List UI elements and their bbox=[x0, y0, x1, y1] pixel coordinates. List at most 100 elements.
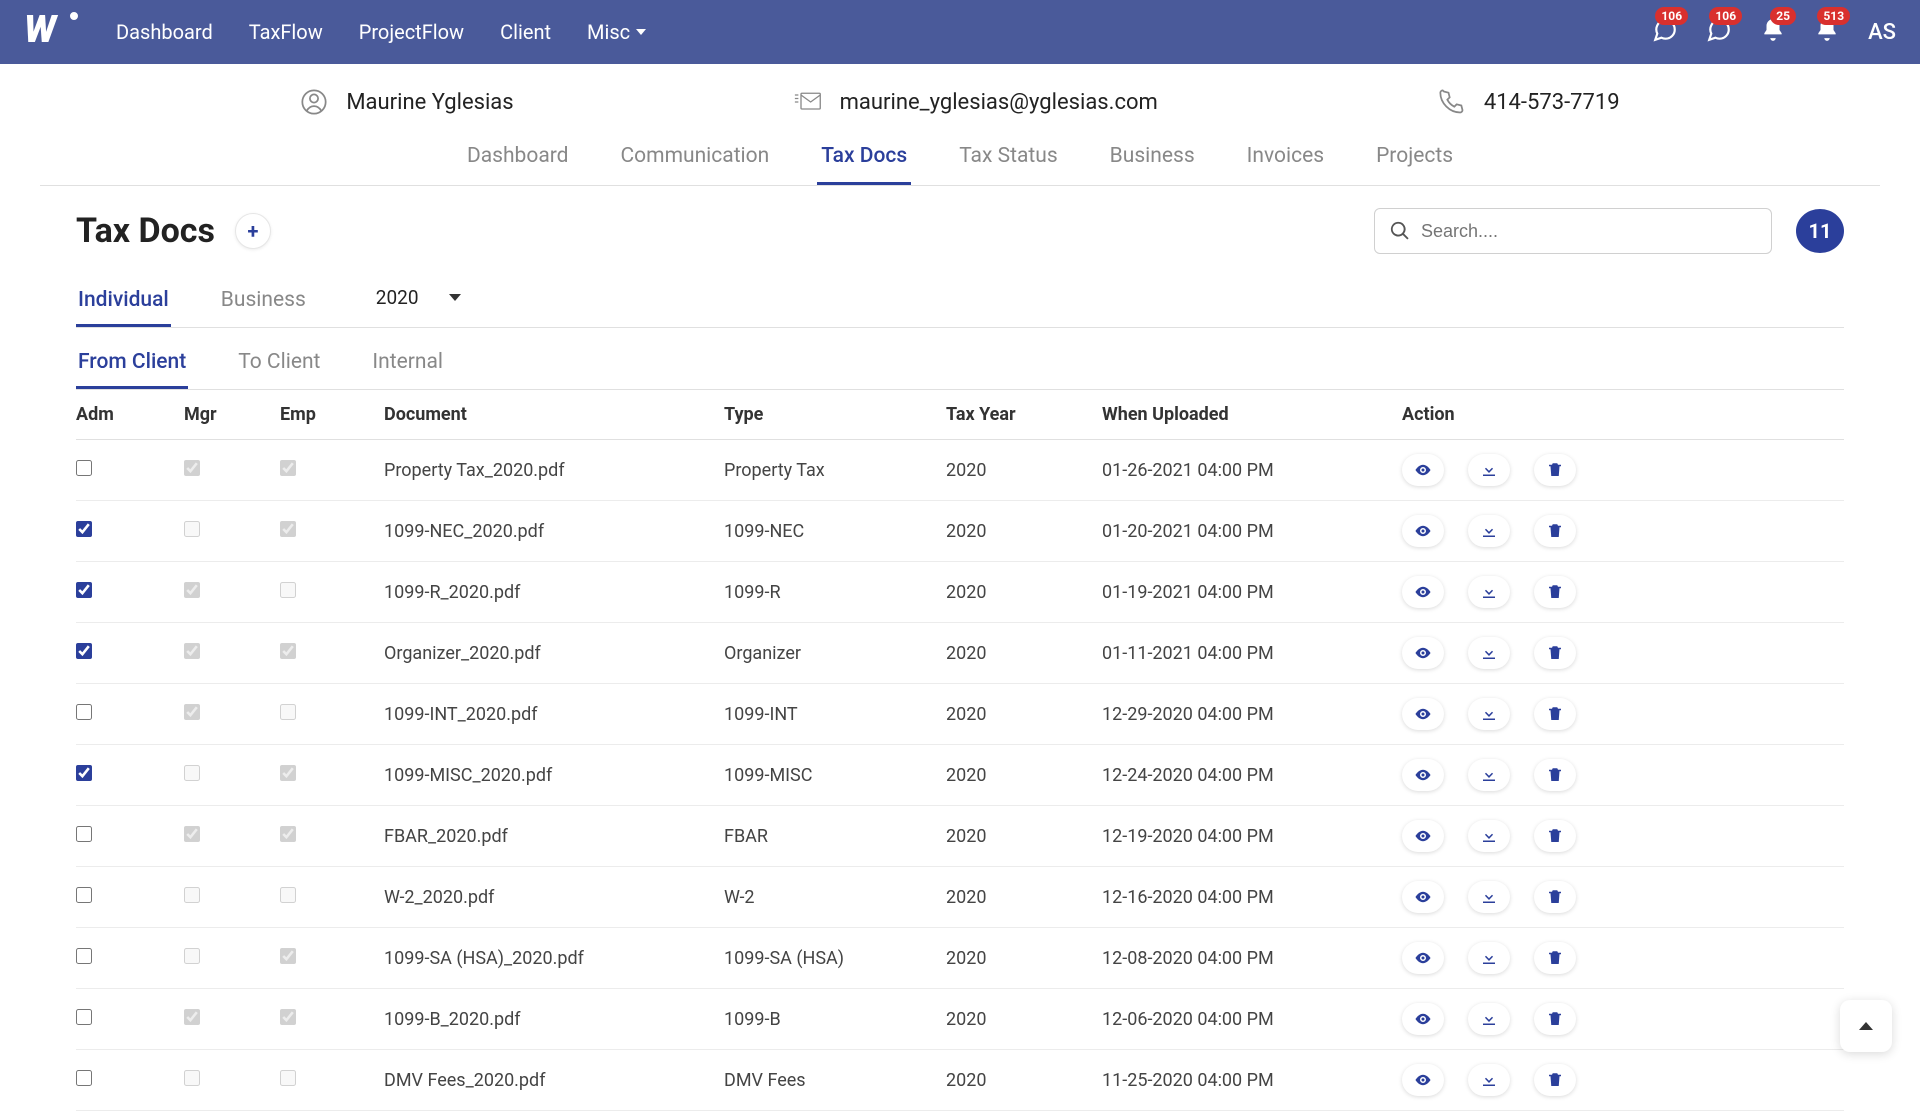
subtab-tax-docs[interactable]: Tax Docs bbox=[817, 132, 911, 185]
cell-year: 2020 bbox=[946, 507, 1102, 556]
cell-year: 2020 bbox=[946, 1056, 1102, 1105]
delete-button[interactable] bbox=[1534, 759, 1576, 791]
bell-icon-1[interactable]: 25 bbox=[1760, 17, 1786, 47]
nav-projectflow[interactable]: ProjectFlow bbox=[359, 20, 464, 44]
chat-icon-1[interactable]: 106 bbox=[1652, 17, 1678, 47]
mgr-checkbox[interactable] bbox=[184, 582, 200, 598]
cell-type: FBAR bbox=[724, 812, 946, 861]
adm-checkbox[interactable] bbox=[76, 948, 92, 964]
search-input[interactable] bbox=[1421, 221, 1757, 242]
delete-button[interactable] bbox=[1534, 820, 1576, 852]
mgr-checkbox[interactable] bbox=[184, 1070, 200, 1086]
scope-tab-business[interactable]: Business bbox=[219, 278, 308, 327]
view-button[interactable] bbox=[1402, 637, 1444, 669]
mgr-checkbox[interactable] bbox=[184, 1009, 200, 1025]
emp-checkbox[interactable] bbox=[280, 887, 296, 903]
download-button[interactable] bbox=[1468, 698, 1510, 730]
view-button[interactable] bbox=[1402, 454, 1444, 486]
adm-checkbox[interactable] bbox=[76, 1070, 92, 1086]
download-button[interactable] bbox=[1468, 1003, 1510, 1035]
download-button[interactable] bbox=[1468, 637, 1510, 669]
page-title: Tax Docs bbox=[76, 211, 215, 251]
scroll-to-top-button[interactable] bbox=[1840, 1000, 1892, 1052]
view-button[interactable] bbox=[1402, 698, 1444, 730]
delete-button[interactable] bbox=[1534, 1064, 1576, 1096]
subtab-business[interactable]: Business bbox=[1106, 132, 1199, 185]
view-button[interactable] bbox=[1402, 881, 1444, 913]
subtab-projects[interactable]: Projects bbox=[1372, 132, 1457, 185]
emp-checkbox[interactable] bbox=[280, 948, 296, 964]
app-logo[interactable]: W bbox=[24, 8, 76, 56]
view-button[interactable] bbox=[1402, 576, 1444, 608]
mgr-checkbox[interactable] bbox=[184, 765, 200, 781]
view-button[interactable] bbox=[1402, 820, 1444, 852]
adm-checkbox[interactable] bbox=[76, 521, 92, 537]
adm-checkbox[interactable] bbox=[76, 826, 92, 842]
download-button[interactable] bbox=[1468, 1064, 1510, 1096]
mgr-checkbox[interactable] bbox=[184, 826, 200, 842]
adm-checkbox[interactable] bbox=[76, 582, 92, 598]
mgr-checkbox[interactable] bbox=[184, 887, 200, 903]
chat-icon-2[interactable]: 106 bbox=[1706, 17, 1732, 47]
download-button[interactable] bbox=[1468, 759, 1510, 791]
bell-icon-2[interactable]: 513 bbox=[1814, 17, 1840, 47]
subtab-invoices[interactable]: Invoices bbox=[1243, 132, 1328, 185]
adm-checkbox[interactable] bbox=[76, 643, 92, 659]
download-button[interactable] bbox=[1468, 881, 1510, 913]
delete-button[interactable] bbox=[1534, 698, 1576, 730]
delete-button[interactable] bbox=[1534, 942, 1576, 974]
mgr-checkbox[interactable] bbox=[184, 704, 200, 720]
delete-button[interactable] bbox=[1534, 515, 1576, 547]
emp-checkbox[interactable] bbox=[280, 1009, 296, 1025]
view-button[interactable] bbox=[1402, 1064, 1444, 1096]
emp-checkbox[interactable] bbox=[280, 826, 296, 842]
emp-checkbox[interactable] bbox=[280, 521, 296, 537]
cell-type: Organizer bbox=[724, 629, 946, 678]
user-menu[interactable]: AS bbox=[1868, 20, 1896, 45]
subtab-tax-status[interactable]: Tax Status bbox=[955, 132, 1061, 185]
add-document-button[interactable]: + bbox=[235, 213, 271, 249]
view-button[interactable] bbox=[1402, 515, 1444, 547]
emp-checkbox[interactable] bbox=[280, 1070, 296, 1086]
emp-checkbox[interactable] bbox=[280, 582, 296, 598]
delete-button[interactable] bbox=[1534, 637, 1576, 669]
search-box[interactable] bbox=[1374, 208, 1772, 254]
emp-checkbox[interactable] bbox=[280, 765, 296, 781]
delete-button[interactable] bbox=[1534, 576, 1576, 608]
adm-checkbox[interactable] bbox=[76, 887, 92, 903]
nav-misc[interactable]: Misc bbox=[587, 20, 646, 44]
mgr-checkbox[interactable] bbox=[184, 643, 200, 659]
emp-checkbox[interactable] bbox=[280, 460, 296, 476]
delete-button[interactable] bbox=[1534, 454, 1576, 486]
download-button[interactable] bbox=[1468, 454, 1510, 486]
row-actions bbox=[1402, 867, 1844, 927]
subtab-communication[interactable]: Communication bbox=[617, 132, 774, 185]
view-button[interactable] bbox=[1402, 1003, 1444, 1035]
delete-button[interactable] bbox=[1534, 1003, 1576, 1035]
direction-tab-from-client[interactable]: From Client bbox=[76, 340, 188, 389]
direction-tab-internal[interactable]: Internal bbox=[370, 340, 445, 389]
adm-checkbox[interactable] bbox=[76, 1009, 92, 1025]
download-button[interactable] bbox=[1468, 942, 1510, 974]
download-button[interactable] bbox=[1468, 515, 1510, 547]
direction-tab-to-client[interactable]: To Client bbox=[236, 340, 322, 389]
nav-taxflow[interactable]: TaxFlow bbox=[249, 20, 323, 44]
adm-checkbox[interactable] bbox=[76, 460, 92, 476]
adm-checkbox[interactable] bbox=[76, 765, 92, 781]
view-button[interactable] bbox=[1402, 942, 1444, 974]
download-button[interactable] bbox=[1468, 820, 1510, 852]
delete-button[interactable] bbox=[1534, 881, 1576, 913]
download-button[interactable] bbox=[1468, 576, 1510, 608]
view-button[interactable] bbox=[1402, 759, 1444, 791]
mgr-checkbox[interactable] bbox=[184, 948, 200, 964]
mgr-checkbox[interactable] bbox=[184, 521, 200, 537]
scope-tab-individual[interactable]: Individual bbox=[76, 278, 171, 327]
emp-checkbox[interactable] bbox=[280, 643, 296, 659]
adm-checkbox[interactable] bbox=[76, 704, 92, 720]
emp-checkbox[interactable] bbox=[280, 704, 296, 720]
year-select[interactable]: 2020 bbox=[376, 286, 461, 319]
nav-client[interactable]: Client bbox=[500, 20, 551, 44]
nav-dashboard[interactable]: Dashboard bbox=[116, 20, 213, 44]
mgr-checkbox[interactable] bbox=[184, 460, 200, 476]
subtab-dashboard[interactable]: Dashboard bbox=[463, 132, 573, 185]
